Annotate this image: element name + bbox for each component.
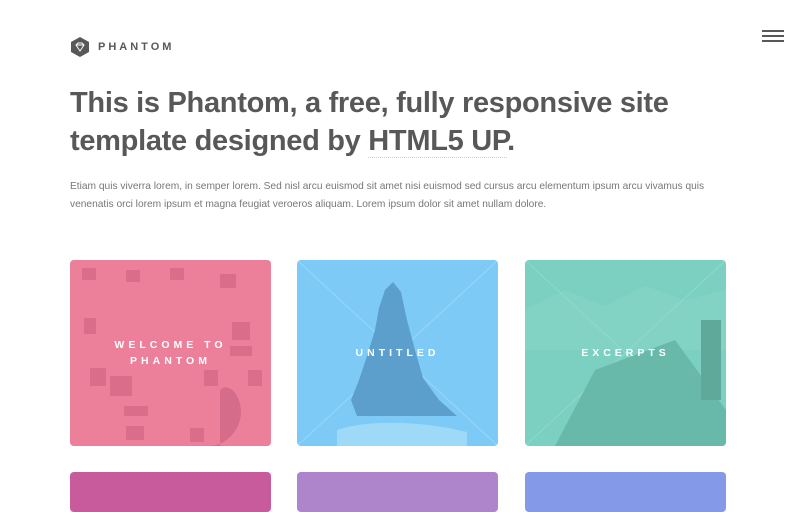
logo-icon[interactable]: [70, 36, 90, 58]
page-headline: This is Phantom, a free, fully responsiv…: [70, 84, 670, 160]
tile-image: [525, 472, 726, 512]
tile-image: [297, 472, 498, 512]
menu-toggle-button[interactable]: [762, 30, 784, 44]
tile-title: EXCERPTS: [581, 347, 670, 359]
tile-welcome[interactable]: WELCOME TO PHANTOM: [70, 260, 271, 446]
hamburger-menu-icon: [762, 30, 784, 32]
tile-row2-1[interactable]: [70, 472, 271, 512]
tile-title: UNTITLED: [355, 347, 440, 359]
tile-row2-2[interactable]: [297, 472, 498, 512]
site-header: PHANTOM: [70, 36, 174, 58]
intro-paragraph: Etiam quis viverra lorem, in semper lore…: [70, 181, 705, 210]
headline-suffix: .: [507, 125, 515, 157]
html5up-link[interactable]: HTML5 UP: [368, 125, 507, 158]
tile-row2-3[interactable]: [525, 472, 726, 512]
tile-excerpts[interactable]: EXCERPTS: [525, 260, 726, 446]
tile-title: WELCOME TO PHANTOM: [114, 339, 227, 367]
tile-image: [70, 472, 271, 512]
site-name[interactable]: PHANTOM: [98, 41, 174, 53]
tile-untitled[interactable]: UNTITLED: [297, 260, 498, 446]
